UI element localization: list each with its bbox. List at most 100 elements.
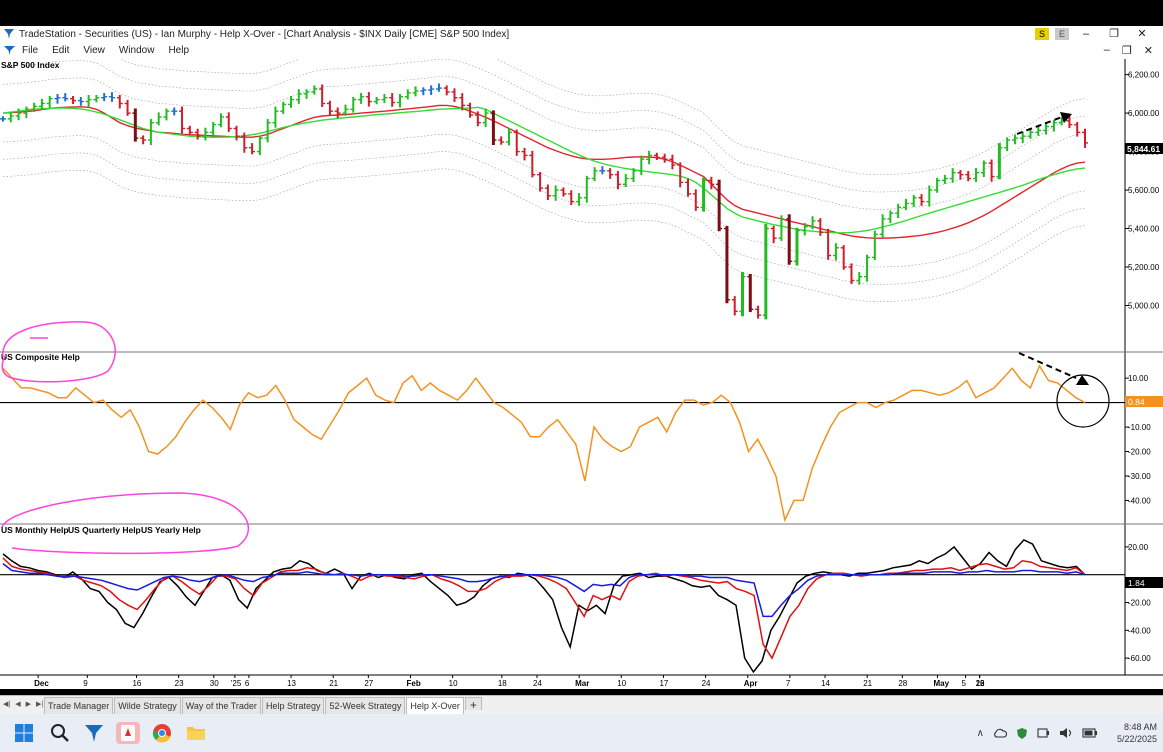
price-bar: [918, 194, 925, 206]
price-bar: [498, 136, 505, 145]
price-bar: [373, 96, 380, 105]
price-bar: [1011, 134, 1018, 145]
price-bar: [692, 189, 699, 211]
chart-area[interactable]: 6,200.006,000.005,800.005,600.005,400.00…: [0, 59, 1163, 689]
tab-nav-last-icon[interactable]: ▶|: [36, 700, 43, 708]
price-bar: [568, 190, 575, 206]
price-bar: [62, 93, 69, 102]
price-bar: [101, 93, 108, 102]
price-bar: [171, 107, 178, 116]
menu-file[interactable]: File: [22, 45, 38, 56]
price-axis-tick: 5,600.00: [1128, 186, 1160, 195]
speaker-icon[interactable]: [1059, 727, 1073, 739]
tab-52-week-strategy[interactable]: 52-Week Strategy: [325, 697, 406, 714]
composite-axis-tick: -40.00: [1128, 496, 1151, 505]
horizons-axis-tick: -20.00: [1128, 599, 1151, 608]
pink-circle-annotation-horizons: [1, 492, 249, 555]
horizon-label-monthly: US Monthly Help: [1, 525, 69, 535]
app-icon[interactable]: [116, 722, 140, 744]
windows-start-icon[interactable]: [12, 722, 36, 744]
time-axis-label: 18: [498, 679, 507, 688]
restore-button[interactable]: ❐: [1103, 27, 1125, 40]
price-bar: [848, 263, 855, 284]
system-clock[interactable]: 8:48 AM 5/22/2025: [1117, 721, 1157, 745]
price-bar: [451, 88, 458, 102]
cloud-icon[interactable]: [993, 728, 1007, 738]
price-bar: [225, 112, 232, 132]
price-bar: [700, 177, 707, 212]
price-bar: [1035, 126, 1042, 136]
file-explorer-icon[interactable]: [184, 722, 208, 744]
price-bar: [311, 85, 318, 95]
chevron-up-icon[interactable]: ∧: [977, 728, 984, 739]
chart-canvas[interactable]: 6,200.006,000.005,800.005,600.005,400.00…: [0, 59, 1163, 689]
tab-nav-next-icon[interactable]: ▶: [26, 700, 31, 708]
add-tab-button[interactable]: +: [464, 697, 482, 712]
price-bar: [902, 198, 909, 211]
time-axis-label: '25: [231, 679, 242, 688]
wifi-icon[interactable]: [1037, 727, 1050, 739]
tab-nav-first-icon[interactable]: ◀|: [3, 700, 10, 708]
badge-s[interactable]: S: [1035, 27, 1049, 40]
tradestation-logo-icon: [4, 29, 14, 39]
price-bar: [638, 155, 645, 176]
doc-restore-button[interactable]: ❐: [1122, 44, 1132, 57]
tab-way-of-the-trader[interactable]: Way of the Trader: [181, 697, 261, 714]
price-bar: [288, 95, 295, 108]
menu-window[interactable]: Window: [119, 45, 155, 56]
security-icon[interactable]: [1016, 727, 1028, 740]
time-axis-label: 7: [786, 679, 791, 688]
price-bar: [505, 127, 512, 146]
tab-trade-manager[interactable]: Trade Manager: [44, 697, 114, 714]
price-bar: [1082, 128, 1088, 148]
tab-help-x-over[interactable]: Help X-Over: [406, 697, 464, 714]
composite-pane-label: US Composite Help: [1, 352, 80, 362]
tradestation-icon[interactable]: [82, 722, 106, 744]
close-button[interactable]: ✕: [1131, 27, 1153, 40]
menu-help[interactable]: Help: [168, 45, 189, 56]
tab-wilde-strategy[interactable]: Wilde Strategy: [114, 697, 181, 714]
tab-nav-prev-icon[interactable]: ◀: [15, 700, 20, 708]
window-title-bar[interactable]: TradeStation - Securities (US) - Ian Mur…: [0, 26, 1163, 43]
price-bar: [256, 135, 263, 156]
horizons-axis-tick: -60.00: [1128, 654, 1151, 663]
downtrend-arrowhead-icon: [1076, 375, 1089, 385]
badge-e[interactable]: E: [1055, 27, 1069, 40]
price-bar: [420, 87, 427, 96]
price-bar: [778, 215, 785, 241]
horizons-axis-tick: 20.00: [1128, 543, 1149, 552]
price-bar: [490, 110, 497, 146]
price-bar: [825, 228, 832, 260]
search-icon[interactable]: [48, 722, 72, 744]
price-bar: [941, 174, 948, 184]
menu-edit[interactable]: Edit: [52, 45, 69, 56]
menu-bar: File Edit View Window Help – ❐ ✕: [0, 43, 1163, 60]
price-bar: [163, 108, 170, 121]
price-bar: [147, 119, 154, 146]
price-bar: [1027, 129, 1034, 139]
clock-time: 8:48 AM: [1123, 722, 1157, 732]
price-bar: [412, 86, 419, 97]
battery-icon[interactable]: [1082, 728, 1098, 738]
doc-close-button[interactable]: ✕: [1144, 44, 1153, 57]
minimize-button[interactable]: –: [1075, 28, 1097, 40]
price-bar: [747, 273, 754, 313]
chrome-icon[interactable]: [150, 722, 174, 744]
horizons-last-tag: 1.84: [1125, 577, 1163, 588]
price-bar: [404, 89, 411, 100]
price-bar: [770, 225, 777, 244]
price-bar: [70, 95, 77, 105]
price-bar: [85, 95, 92, 107]
app-menu-icon[interactable]: [3, 45, 16, 56]
price-bar: [108, 92, 115, 102]
menu-view[interactable]: View: [83, 45, 105, 56]
time-axis-label: 28: [898, 679, 907, 688]
price-bar: [365, 92, 372, 107]
doc-minimize-button[interactable]: –: [1104, 44, 1110, 57]
tab-help-strategy[interactable]: Help Strategy: [261, 697, 325, 714]
workspace-tab-bar: ◀| ◀ ▶ ▶| Trade Manager Wilde Strategy W…: [0, 695, 1163, 714]
price-bar: [93, 95, 100, 103]
price-bars: [0, 83, 1088, 320]
price-bar: [560, 187, 567, 197]
price-bar: [840, 245, 847, 270]
